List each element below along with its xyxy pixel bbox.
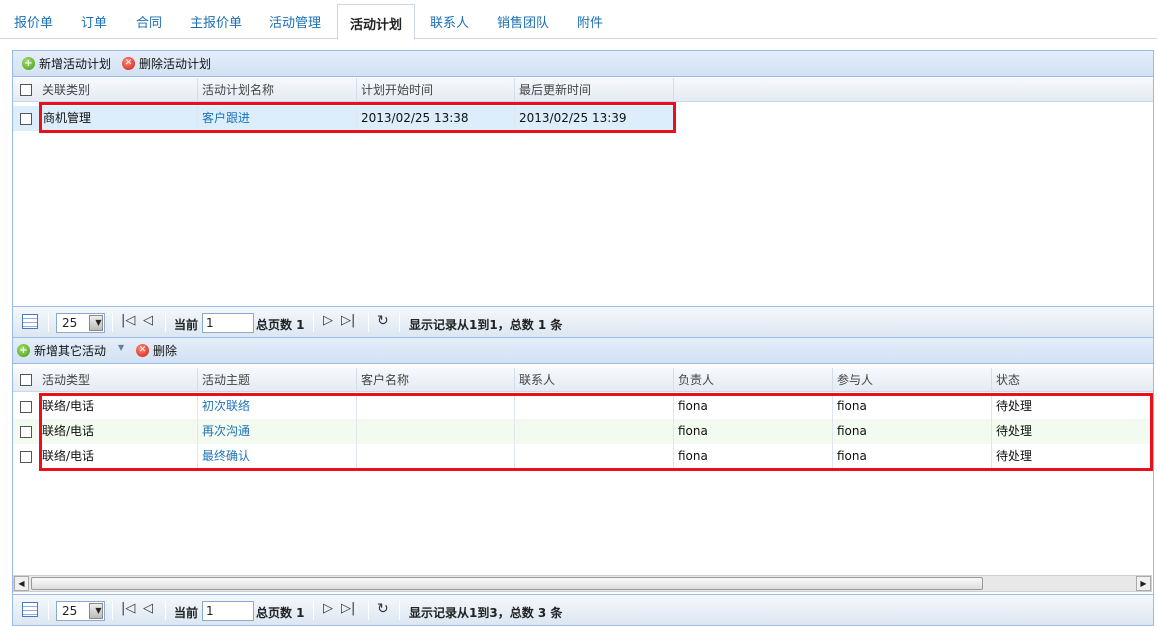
- current-page-label: 当前: [174, 606, 199, 620]
- add-circle-icon: +: [22, 57, 35, 70]
- refresh-icon[interactable]: ↻: [377, 601, 389, 617]
- add-circle-icon: +: [17, 344, 30, 357]
- last-page-icon[interactable]: ▷|: [341, 314, 355, 328]
- first-page-icon[interactable]: |◁: [121, 314, 135, 328]
- add-plan-button[interactable]: + 新增活动计划: [22, 56, 111, 72]
- separator: [399, 313, 400, 332]
- activity-pager: 25 ▼ |◁ ◁ 当前 1 总页数 1 ▷ ▷| ↻ 显示记录从1到3，总数 …: [12, 594, 1154, 626]
- add-activity-label: 新增其它活动: [34, 344, 107, 358]
- tab-master-quotation[interactable]: 主报价单: [190, 12, 242, 31]
- next-page-icon[interactable]: ▷: [323, 314, 333, 328]
- delete-activity-button[interactable]: ✕ 删除: [136, 343, 177, 359]
- plan-header-row: 关联类别 活动计划名称 计划开始时间 最后更新时间: [13, 78, 1153, 102]
- column-header[interactable]: 客户名称: [357, 368, 515, 392]
- record-info: 显示记录从1到1，总数 1 条: [409, 318, 563, 332]
- plan-toolbar: + 新增活动计划 ✕ 删除活动计划: [13, 51, 1153, 77]
- separator: [112, 313, 113, 332]
- column-header[interactable]: 最后更新时间: [515, 78, 674, 102]
- chevron-down-icon[interactable]: ▼: [89, 315, 103, 331]
- column-header[interactable]: 计划开始时间: [357, 78, 515, 102]
- highlight-box: [39, 393, 1153, 471]
- separator: [313, 313, 314, 332]
- tab-quotation[interactable]: 报价单: [14, 12, 53, 31]
- separator: [368, 601, 369, 620]
- page-size-select[interactable]: 25 ▼: [56, 313, 105, 333]
- column-header[interactable]: 活动类型: [38, 368, 198, 392]
- tab-contract[interactable]: 合同: [136, 12, 162, 31]
- page-size-select[interactable]: 25 ▼: [56, 601, 105, 621]
- separator: [48, 601, 49, 620]
- separator: [368, 313, 369, 332]
- activity-grid: + 新增其它活动 ▼ ✕ 删除 活动类型 活动主题 客户名称 联系人 负责人 参…: [12, 337, 1154, 595]
- separator: [112, 601, 113, 620]
- tab-activity-management[interactable]: 活动管理: [269, 12, 321, 31]
- select-all-activities-checkbox[interactable]: [20, 374, 32, 386]
- scroll-right-icon[interactable]: ▶: [1136, 576, 1151, 591]
- tab-activity-plan[interactable]: 活动计划: [337, 4, 416, 40]
- separator: [399, 601, 400, 620]
- current-page-label: 当前: [174, 318, 199, 332]
- column-header[interactable]: 状态: [992, 368, 1153, 392]
- separator: [165, 313, 166, 332]
- column-header[interactable]: 关联类别: [38, 78, 198, 102]
- last-page-icon[interactable]: ▷|: [341, 602, 355, 616]
- column-header[interactable]: 活动计划名称: [198, 78, 357, 102]
- select-all-plans-checkbox[interactable]: [20, 84, 32, 96]
- row-checkbox[interactable]: [20, 401, 32, 413]
- tab-contacts[interactable]: 联系人: [430, 12, 469, 31]
- column-header[interactable]: 参与人: [833, 368, 992, 392]
- column-header[interactable]: 联系人: [515, 368, 674, 392]
- row-checkbox[interactable]: [20, 113, 32, 125]
- next-page-icon[interactable]: ▷: [323, 602, 333, 616]
- activity-toolbar: + 新增其它活动 ▼ ✕ 删除: [13, 338, 1153, 364]
- separator: [313, 601, 314, 620]
- plan-pager: 25 ▼ |◁ ◁ 当前 1 总页数 1 ▷ ▷| ↻ 显示记录从1到1，总数 …: [12, 306, 1154, 338]
- separator: [165, 601, 166, 620]
- record-info: 显示记录从1到3，总数 3 条: [409, 606, 563, 620]
- current-page-input[interactable]: 1: [202, 601, 254, 621]
- total-pages-label: 总页数 1: [256, 318, 305, 332]
- delete-activity-label: 删除: [153, 344, 178, 358]
- tab-attachments[interactable]: 附件: [577, 12, 603, 31]
- grid-icon[interactable]: [22, 314, 38, 329]
- tab-order[interactable]: 订单: [81, 12, 107, 31]
- chevron-down-icon[interactable]: ▼: [89, 603, 103, 619]
- delete-circle-icon: ✕: [136, 344, 149, 357]
- delete-plan-button[interactable]: ✕ 删除活动计划: [122, 56, 211, 72]
- activity-plan-grid: + 新增活动计划 ✕ 删除活动计划 关联类别 活动计划名称 计划开始时间 最后更…: [12, 50, 1154, 307]
- tab-bar: 报价单 订单 合同 主报价单 活动管理 活动计划 联系人 销售团队 附件: [0, 0, 1157, 40]
- tab-sales-team[interactable]: 销售团队: [497, 12, 549, 31]
- current-page-input[interactable]: 1: [202, 313, 254, 333]
- activity-header-row: 活动类型 活动主题 客户名称 联系人 负责人 参与人 状态: [13, 368, 1153, 392]
- add-plan-label: 新增活动计划: [39, 57, 112, 71]
- scrollbar-thumb[interactable]: [31, 577, 983, 590]
- highlight-box: [39, 102, 676, 133]
- column-header[interactable]: 活动主题: [198, 368, 357, 392]
- add-activity-button[interactable]: + 新增其它活动: [17, 343, 106, 359]
- row-checkbox[interactable]: [20, 451, 32, 463]
- refresh-icon[interactable]: ↻: [377, 313, 389, 329]
- prev-page-icon[interactable]: ◁: [143, 602, 153, 616]
- delete-circle-icon: ✕: [122, 57, 135, 70]
- grid-icon[interactable]: [22, 602, 38, 617]
- column-header[interactable]: 负责人: [674, 368, 833, 392]
- separator: [48, 313, 49, 332]
- total-pages-label: 总页数 1: [256, 606, 305, 620]
- horizontal-scrollbar[interactable]: ◀ ▶: [13, 575, 1152, 592]
- first-page-icon[interactable]: |◁: [121, 602, 135, 616]
- row-checkbox[interactable]: [20, 426, 32, 438]
- chevron-down-icon[interactable]: ▼: [118, 343, 124, 352]
- delete-plan-label: 删除活动计划: [139, 57, 212, 71]
- scroll-left-icon[interactable]: ◀: [14, 576, 29, 591]
- prev-page-icon[interactable]: ◁: [143, 314, 153, 328]
